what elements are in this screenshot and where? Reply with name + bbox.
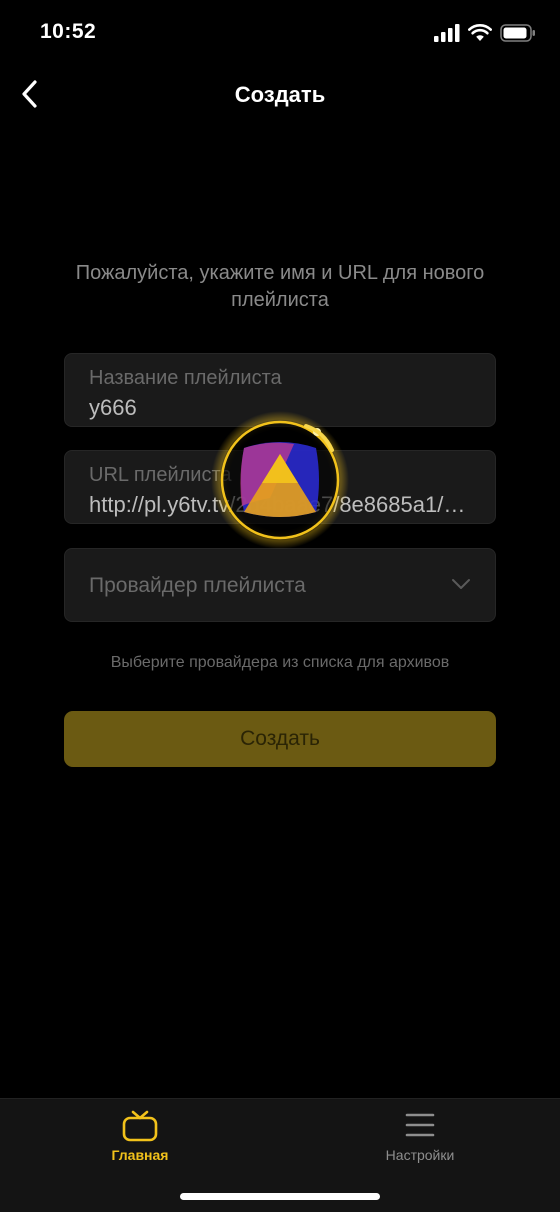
tab-settings-label: Настройки [385, 1147, 455, 1163]
chevron-down-icon [452, 579, 470, 589]
battery-icon [500, 24, 535, 42]
playlist-name-label: Название плейлиста [89, 367, 282, 389]
form-prompt: Пожалуйста, укажите имя и URL для нового… [75, 262, 485, 311]
home-indicator [180, 1193, 380, 1200]
wifi-icon [468, 24, 492, 41]
menu-icon [405, 1113, 435, 1137]
page-title: Создать [234, 82, 326, 107]
tab-home-label: Главная [111, 1147, 169, 1163]
provider-hint: Выберите провайдера из списка для архиво… [110, 654, 450, 671]
playlist-provider-placeholder: Провайдер плейлиста [89, 574, 306, 597]
tab-home[interactable]: Главная [60, 1109, 220, 1173]
tab-settings[interactable]: Настройки [340, 1109, 500, 1173]
app-logo-icon [240, 442, 319, 517]
status-bar: 10:52 [0, 0, 560, 66]
tv-icon [122, 1110, 158, 1142]
playlist-provider-select[interactable]: Провайдер плейлиста [64, 548, 496, 622]
loading-spinner [210, 410, 350, 550]
status-icons [434, 24, 536, 42]
nav-bar: Создать [0, 66, 560, 124]
create-button[interactable]: Создать [64, 711, 496, 767]
status-time: 10:52 [40, 20, 97, 43]
signal-icon [434, 24, 460, 42]
